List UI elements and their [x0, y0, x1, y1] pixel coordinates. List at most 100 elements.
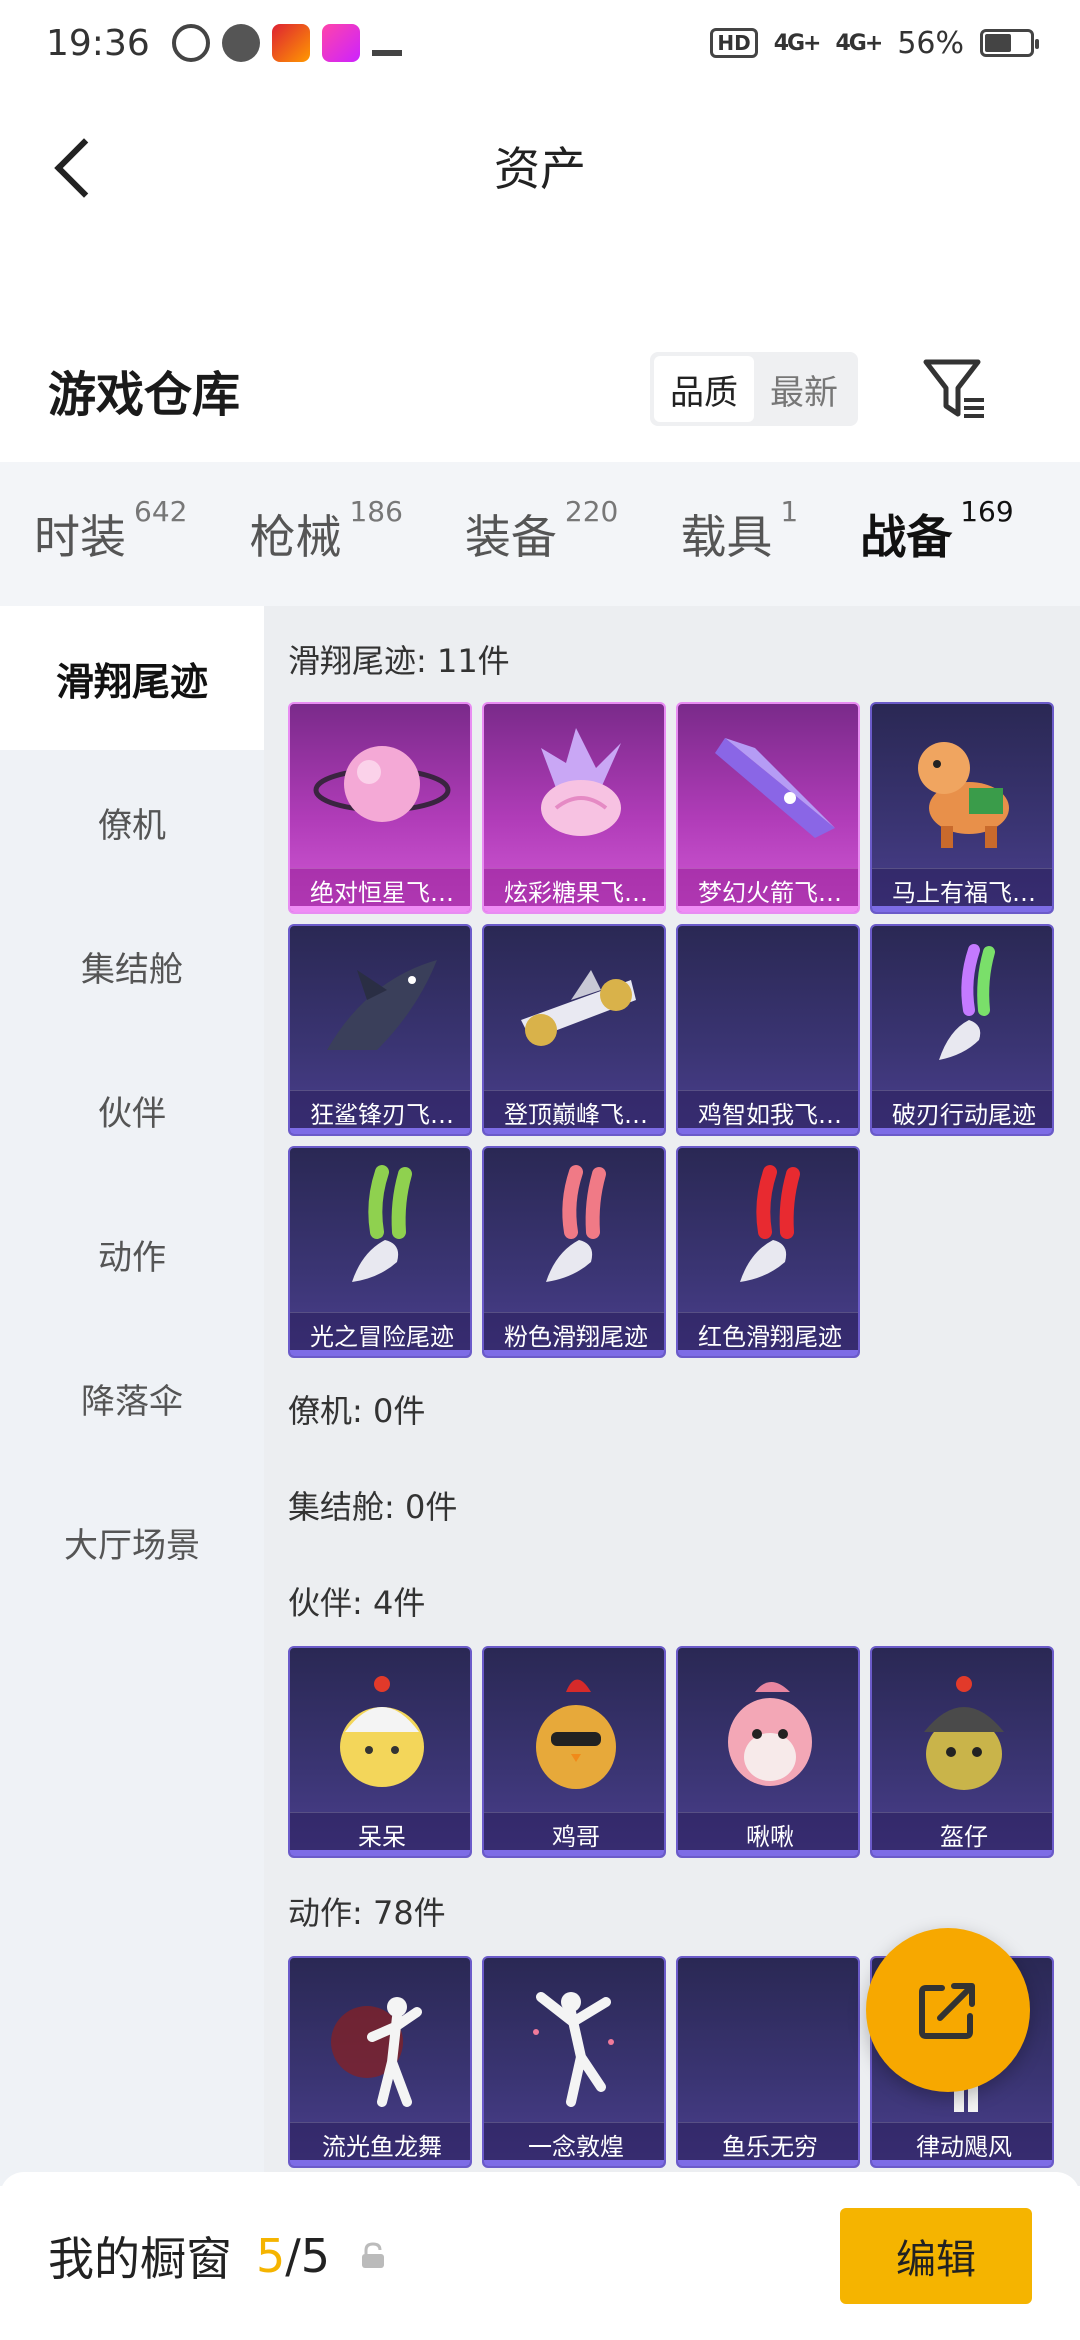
- item-card[interactable]: 盔仔: [870, 1646, 1054, 1858]
- blank-icon: [678, 1958, 858, 2126]
- sidenav-item-trail[interactable]: 滑翔尾迹: [0, 606, 264, 750]
- shark-icon: [290, 926, 470, 1094]
- item-card[interactable]: 一念敦煌: [482, 1956, 666, 2168]
- item-card[interactable]: 马上有福飞…: [870, 702, 1054, 914]
- rarity-stripe: [678, 906, 858, 912]
- rooster-icon: [484, 1648, 664, 1816]
- bird-icon: [678, 1648, 858, 1816]
- sidenav-item-partner[interactable]: 伙伴: [0, 1038, 264, 1182]
- warehouse-title: 游戏仓库: [48, 367, 241, 423]
- showcase-label: 我的橱窗: [48, 2232, 232, 2286]
- tab-weapons[interactable]: 枪械 186: [249, 495, 402, 567]
- smoke-pink-icon: [484, 1148, 664, 1316]
- tab-count: 220: [564, 495, 619, 528]
- rarity-stripe: [484, 1128, 664, 1134]
- showcase-count: 5/5: [256, 2229, 330, 2283]
- tab-label: 载具: [680, 510, 773, 564]
- back-button[interactable]: [36, 128, 116, 208]
- page-title: 资产: [494, 142, 586, 196]
- tab-vehicles[interactable]: 载具 1: [680, 495, 798, 567]
- crown-icon: [371, 30, 402, 56]
- sub-category-nav: 滑翔尾迹 僚机 集结舱 伙伴 动作 降落伞 大厅场景: [0, 606, 264, 2186]
- rarity-stripe: [872, 906, 1052, 912]
- item-card[interactable]: 啾啾: [676, 1646, 860, 1858]
- filter-icon: [923, 359, 984, 418]
- item-card[interactable]: 登顶巅峰飞…: [482, 924, 666, 1136]
- lock-icon: [360, 2242, 386, 2270]
- rarity-stripe: [678, 1350, 858, 1356]
- rarity-stripe: [484, 2160, 664, 2166]
- tab-label: 战备: [860, 510, 953, 564]
- filter-button[interactable]: [920, 352, 990, 426]
- battery-percent: 56%: [897, 25, 964, 61]
- smoke-rainbow-icon: [872, 926, 1052, 1094]
- status-bar: 19:36 HD 4G+ 4G+ 56%: [0, 0, 1080, 86]
- rarity-stripe: [872, 2160, 1052, 2166]
- helmet-bird-icon: [872, 1648, 1052, 1816]
- tab-fashion[interactable]: 时装 642: [34, 495, 187, 567]
- tab-count: 169: [960, 495, 1014, 528]
- item-card[interactable]: 炫彩糖果飞…: [482, 702, 666, 914]
- horse-icon: [872, 704, 1052, 872]
- sort-toggle: 品质 最新: [650, 352, 858, 426]
- chick-icon: [290, 1648, 470, 1816]
- item-card[interactable]: 粉色滑翔尾迹: [482, 1146, 666, 1358]
- battery-icon: [980, 29, 1039, 57]
- tab-label: 枪械: [249, 510, 342, 564]
- item-card[interactable]: 破刃行动尾迹: [870, 924, 1054, 1136]
- edit-button[interactable]: 编辑: [840, 2208, 1032, 2304]
- rarity-stripe: [484, 1350, 664, 1356]
- section-title-emote: 动作: 78件: [288, 1894, 446, 1932]
- rocket-wing-icon: [678, 704, 858, 872]
- warehouse-header: 游戏仓库 品质 最新: [0, 330, 1080, 450]
- sidenav-item-pod[interactable]: 集结舱: [0, 894, 264, 1038]
- share-export-icon: [919, 1983, 975, 2039]
- sidenav-item-lobby[interactable]: 大厅场景: [0, 1470, 264, 1614]
- rarity-stripe: [484, 906, 664, 912]
- item-card[interactable]: 绝对恒星飞…: [288, 702, 472, 914]
- item-card[interactable]: 红色滑翔尾迹: [676, 1146, 860, 1358]
- sort-newest[interactable]: 最新: [754, 356, 854, 422]
- tab-count: 1: [780, 495, 799, 528]
- candy-icon: [484, 704, 664, 872]
- blank-icon: [678, 926, 858, 1094]
- item-card[interactable]: 光之冒险尾迹: [288, 1146, 472, 1358]
- share-fab-button[interactable]: [866, 1928, 1030, 2092]
- rarity-stripe: [872, 1128, 1052, 1134]
- rarity-stripe: [678, 1850, 858, 1856]
- sidenav-item-emote[interactable]: 动作: [0, 1182, 264, 1326]
- rarity-stripe: [872, 1850, 1052, 1856]
- smoke-red-icon: [678, 1148, 858, 1316]
- rarity-stripe: [484, 1850, 664, 1856]
- item-card[interactable]: 流光鱼龙舞: [288, 1956, 472, 2168]
- app-notification-icon: [171, 24, 210, 62]
- section-title-wingman: 僚机: 0件: [288, 1392, 426, 1430]
- rarity-stripe: [290, 1350, 470, 1356]
- item-card[interactable]: 鸡智如我飞…: [676, 924, 860, 1136]
- tab-label: 装备: [464, 510, 557, 564]
- sidenav-item-parachute[interactable]: 降落伞: [0, 1326, 264, 1470]
- tab-battle-gear[interactable]: 战备 169: [860, 495, 1014, 615]
- item-card[interactable]: 鱼乐无穷: [676, 1956, 860, 2168]
- item-card[interactable]: 梦幻火箭飞…: [676, 702, 860, 914]
- planet-icon: [290, 704, 470, 872]
- rarity-stripe: [290, 2160, 470, 2166]
- chevron-left-icon: [54, 138, 114, 198]
- showcase-bar: 我的橱窗 5/5 编辑: [0, 2172, 1080, 2340]
- sort-quality[interactable]: 品质: [654, 356, 754, 422]
- sidenav-item-wingman[interactable]: 僚机: [0, 750, 264, 894]
- section-title-pod: 集结舱: 0件: [288, 1488, 458, 1526]
- rarity-stripe: [290, 1128, 470, 1134]
- app-header: 资产: [0, 86, 1080, 246]
- signal-icon: 4G+: [773, 30, 822, 56]
- tab-equipment[interactable]: 装备 220: [464, 495, 618, 567]
- smoke-green-icon: [290, 1148, 470, 1316]
- item-card[interactable]: 狂鲨锋刃飞…: [288, 924, 472, 1136]
- dancer-icon: [290, 1958, 470, 2126]
- item-card[interactable]: 呆呆: [288, 1646, 472, 1858]
- tab-label: 时装: [34, 510, 126, 564]
- tab-count: 186: [349, 495, 403, 528]
- item-card[interactable]: 鸡哥: [482, 1646, 666, 1858]
- category-tabs: 时装 642 枪械 186 装备 220 载具 1 战备 169: [0, 462, 1080, 615]
- wechat-icon: [221, 24, 260, 62]
